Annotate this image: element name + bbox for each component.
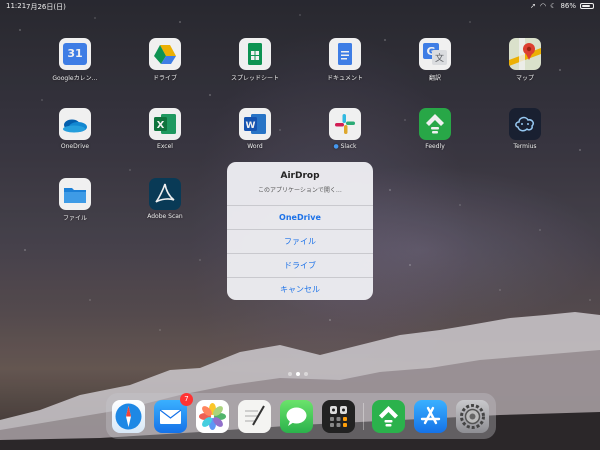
battery-icon xyxy=(580,3,594,9)
page-indicator[interactable] xyxy=(288,372,308,376)
app-label: スプレッドシート xyxy=(230,75,279,82)
app-label: Word xyxy=(247,143,263,150)
wifi-icon: ◠ xyxy=(540,2,547,10)
app-label: Feedly xyxy=(425,143,445,150)
app-label: ドキュメント xyxy=(326,75,363,82)
excel-icon: X xyxy=(149,108,181,140)
app-google-drive[interactable]: ドライブ xyxy=(130,38,200,82)
slack-icon xyxy=(329,108,361,140)
mail-badge: 7 xyxy=(180,393,193,406)
app-label: Termius xyxy=(513,143,537,150)
status-right: ➚ ◠ ☾ 86% xyxy=(530,2,594,10)
app-slack[interactable]: ● Slack xyxy=(310,108,380,150)
app-label: Adobe Scan xyxy=(147,213,183,220)
sheet-subtitle: このアプリケーションで開く… xyxy=(258,187,342,194)
new-item-dot-icon: ● xyxy=(333,143,341,150)
google-calendar-icon: 31 xyxy=(59,38,91,70)
svg-text:X: X xyxy=(157,120,165,131)
photos-icon[interactable] xyxy=(196,400,229,433)
cancel-option[interactable]: キャンセル xyxy=(227,278,373,300)
app-termius[interactable]: Termius xyxy=(490,108,560,150)
feedly-icon[interactable] xyxy=(372,400,405,433)
feedly-icon xyxy=(419,108,451,140)
page-dot-active xyxy=(296,372,300,376)
page-dot xyxy=(304,372,308,376)
sheet-header: AirDrop このアプリケーションで開く… xyxy=(227,162,373,206)
app-onedrive[interactable]: OneDrive xyxy=(40,108,110,150)
page-dot xyxy=(288,372,292,376)
google-translate-icon: G 文 xyxy=(419,38,451,70)
safari-icon[interactable] xyxy=(112,400,145,433)
onedrive-icon xyxy=(59,108,91,140)
app-label: マップ xyxy=(515,75,534,82)
battery-percent: 86% xyxy=(560,2,576,10)
messages-icon[interactable] xyxy=(280,400,313,433)
open-in-files-option[interactable]: ファイル xyxy=(227,230,373,254)
google-sheets-icon xyxy=(239,38,271,70)
app-google-translate[interactable]: G 文 翻訳 xyxy=(400,38,470,82)
app-adobe-scan[interactable]: Adobe Scan xyxy=(130,178,200,220)
word-icon: W xyxy=(239,108,271,140)
app-files[interactable]: ファイル xyxy=(40,178,110,222)
app-label: Googleカレン… xyxy=(52,75,98,82)
settings-icon[interactable] xyxy=(456,400,489,433)
app-google-docs[interactable]: ドキュメント xyxy=(310,38,380,82)
app-feedly[interactable]: Feedly xyxy=(400,108,470,150)
status-time: 11:21 xyxy=(6,2,27,10)
google-drive-icon xyxy=(149,38,181,70)
app-label: ファイル xyxy=(62,215,87,222)
app-word[interactable]: W Word xyxy=(220,108,290,150)
google-maps-icon xyxy=(509,38,541,70)
app-label: ドライブ xyxy=(152,75,177,82)
google-docs-icon xyxy=(329,38,361,70)
svg-text:W: W xyxy=(246,121,256,131)
open-in-action-sheet: AirDrop このアプリケーションで開く… OneDrive ファイル ドライ… xyxy=(227,162,373,300)
files-icon xyxy=(59,178,91,210)
app-label: Excel xyxy=(157,143,173,150)
termius-icon xyxy=(509,108,541,140)
status-bar: 11:21 7月26日(日) ➚ ◠ ☾ 86% xyxy=(0,0,600,12)
app-label: ● Slack xyxy=(333,143,357,150)
app-label: 翻訳 xyxy=(428,75,441,82)
notes-pen-icon[interactable] xyxy=(238,400,271,433)
svg-text:文: 文 xyxy=(435,52,444,64)
app-google-sheets[interactable]: スプレッドシート xyxy=(220,38,290,82)
status-date: 7月26日(日) xyxy=(26,3,66,11)
adobe-scan-icon xyxy=(149,178,181,210)
open-in-drive-option[interactable]: ドライブ xyxy=(227,254,373,278)
app-excel[interactable]: X Excel xyxy=(130,108,200,150)
dock-divider xyxy=(363,403,364,430)
app-label: OneDrive xyxy=(60,143,90,150)
calculator-app-icon[interactable] xyxy=(322,400,355,433)
open-in-onedrive-option[interactable]: OneDrive xyxy=(227,206,373,230)
app-google-maps[interactable]: マップ xyxy=(490,38,560,82)
moon-icon: ☾ xyxy=(550,2,557,10)
dock xyxy=(106,393,496,439)
app-google-calendar[interactable]: 31 Googleカレン… xyxy=(40,38,110,82)
app-store-icon[interactable] xyxy=(414,400,447,433)
location-icon: ➚ xyxy=(530,2,537,10)
sheet-title: AirDrop xyxy=(280,171,320,181)
